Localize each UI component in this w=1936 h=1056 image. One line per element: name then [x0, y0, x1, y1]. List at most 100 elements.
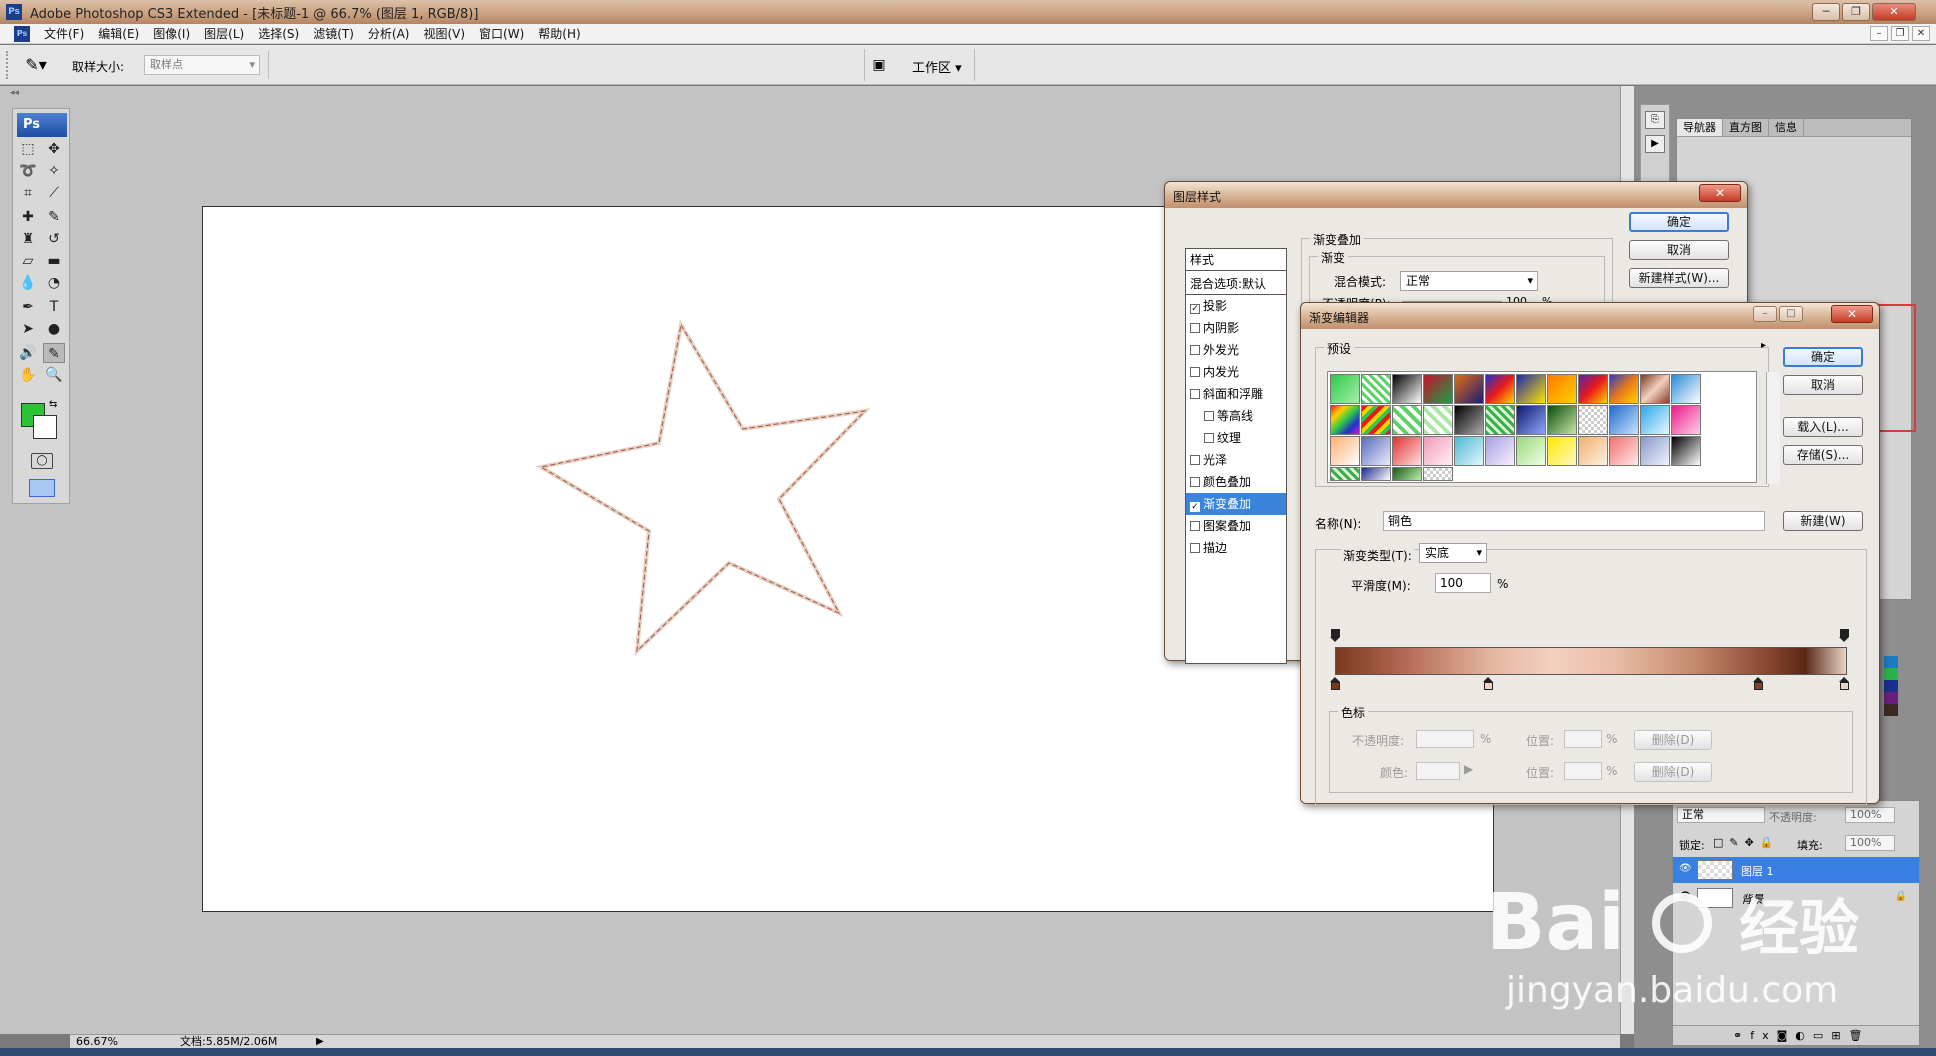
style-list-header[interactable]: 样式	[1186, 249, 1286, 271]
group-icon[interactable]: ▭	[1813, 1029, 1831, 1042]
style-item-gradient-overlay[interactable]: ✓ 渐变叠加	[1186, 493, 1286, 515]
presets-scrollbar[interactable]	[1766, 372, 1780, 484]
background-color-swatch[interactable]	[33, 415, 57, 439]
tab-histogram[interactable]: 直方图	[1723, 119, 1769, 136]
new-style-button[interactable]: 新建样式(W)...	[1629, 268, 1729, 288]
stop-color-location-input[interactable]	[1564, 762, 1602, 780]
notes-tool-icon[interactable]: 🔊	[17, 343, 39, 363]
healing-brush-tool-icon[interactable]: ✚	[17, 207, 39, 227]
style-item-outer-glow[interactable]: 外发光	[1186, 339, 1286, 361]
menu-view[interactable]: 视图(V)	[423, 25, 465, 42]
blend-mode-select[interactable]: 正常	[1400, 271, 1538, 291]
hand-tool-icon[interactable]: ✋	[17, 365, 39, 385]
slice-tool-icon[interactable]: ⟋	[43, 183, 65, 203]
checkbox[interactable]	[1190, 367, 1200, 377]
dodge-tool-icon[interactable]: ◔	[43, 273, 65, 293]
gradient-preset-swatch[interactable]	[1547, 405, 1577, 435]
color-stop[interactable]	[1753, 677, 1763, 691]
checkbox-checked[interactable]: ✓	[1190, 304, 1200, 314]
presets-menu-icon[interactable]: ▸	[1761, 340, 1766, 351]
delete-color-stop-button[interactable]: 删除(D)	[1634, 762, 1712, 782]
menu-edit[interactable]: 编辑(E)	[98, 25, 139, 42]
gradient-preset-swatch[interactable]	[1609, 405, 1639, 435]
swatches-strip[interactable]	[1884, 656, 1898, 724]
gradient-preset-swatch[interactable]	[1516, 374, 1546, 404]
style-item-inner-shadow[interactable]: 内阴影	[1186, 317, 1286, 339]
delete-opacity-stop-button[interactable]: 删除(D)	[1634, 730, 1712, 750]
eyedropper-tool-icon[interactable]: ✎	[43, 343, 65, 363]
gradient-tool-icon[interactable]: ▬	[43, 251, 65, 271]
save-button[interactable]: 存储(S)...	[1783, 445, 1863, 465]
checkbox-checked[interactable]: ✓	[1190, 502, 1200, 512]
layer-blend-mode-select[interactable]: 正常	[1677, 807, 1765, 823]
gradient-preset-swatch[interactable]	[1330, 374, 1360, 404]
opacity-stop-right[interactable]	[1839, 629, 1849, 643]
visibility-eye-icon[interactable]: 👁	[1679, 863, 1692, 874]
lasso-tool-icon[interactable]: ➰	[17, 161, 39, 181]
checkbox[interactable]	[1204, 433, 1214, 443]
pen-tool-icon[interactable]: ✒	[17, 297, 39, 317]
gradient-preset-swatch[interactable]	[1640, 405, 1670, 435]
ok-button[interactable]: 确定	[1629, 212, 1729, 232]
menu-window[interactable]: 窗口(W)	[479, 25, 524, 42]
gradient-preset-swatch[interactable]	[1671, 405, 1701, 435]
blur-tool-icon[interactable]: 💧	[17, 273, 39, 293]
style-item-drop-shadow[interactable]: ✓ 投影	[1186, 295, 1286, 317]
cancel-button[interactable]: 取消	[1629, 240, 1729, 260]
zoom-tool-icon[interactable]: 🔍	[43, 365, 65, 385]
quick-mask-icon[interactable]: ◯	[31, 453, 53, 469]
style-item-contour[interactable]: 等高线	[1186, 405, 1286, 427]
style-item-blending-options[interactable]: 混合选项:默认	[1186, 273, 1286, 295]
layer-opacity-input[interactable]: 100%	[1845, 807, 1895, 823]
gradient-preset-swatch[interactable]	[1454, 436, 1484, 466]
status-menu-arrow-icon[interactable]: ▶	[316, 1035, 324, 1049]
gradient-preset-swatch[interactable]	[1516, 405, 1546, 435]
minimize-icon[interactable]: –	[1753, 306, 1777, 322]
checkbox[interactable]	[1190, 543, 1200, 553]
ok-button[interactable]: 确定	[1783, 347, 1863, 367]
layer-fill-input[interactable]: 100%	[1845, 835, 1895, 851]
bridge-icon[interactable]: ▣	[868, 55, 890, 75]
checkbox[interactable]	[1190, 389, 1200, 399]
sample-size-select[interactable]: 取样点	[144, 55, 260, 75]
layer-style-titlebar[interactable]: 图层样式 ✕	[1165, 182, 1747, 208]
screen-mode-icon[interactable]	[29, 479, 55, 497]
gradient-preset-swatch[interactable]	[1609, 374, 1639, 404]
new-gradient-button[interactable]: 新建(W)	[1783, 511, 1863, 531]
delete-layer-icon[interactable]: 🗑	[1849, 1029, 1871, 1042]
zoom-level[interactable]: 66.67%	[76, 1035, 118, 1049]
gradient-preset-swatch[interactable]	[1423, 467, 1453, 481]
opacity-stop-left[interactable]	[1330, 629, 1340, 643]
gradient-preset-swatch[interactable]	[1485, 374, 1515, 404]
gradient-preset-swatch[interactable]	[1361, 405, 1391, 435]
menu-help[interactable]: 帮助(H)	[538, 25, 580, 42]
menu-filter[interactable]: 滤镜(T)	[313, 25, 354, 42]
menu-analysis[interactable]: 分析(A)	[368, 25, 410, 42]
move-tool-icon[interactable]: ✥	[43, 139, 65, 159]
actions-icon[interactable]: ▶	[1645, 135, 1665, 153]
tab-info[interactable]: 信息	[1769, 119, 1804, 136]
style-item-satin[interactable]: 光泽	[1186, 449, 1286, 471]
brush-tool-icon[interactable]: ✎	[43, 207, 65, 227]
gradient-preset-swatch[interactable]	[1330, 467, 1360, 481]
checkbox[interactable]	[1190, 477, 1200, 487]
eraser-tool-icon[interactable]: ▱	[17, 251, 39, 271]
stop-color-swatch[interactable]	[1416, 762, 1460, 780]
marquee-tool-icon[interactable]: ⬚	[17, 139, 39, 159]
checkbox[interactable]	[1190, 455, 1200, 465]
tab-navigator[interactable]: 导航器	[1677, 119, 1723, 136]
gradient-name-input[interactable]: 铜色	[1383, 511, 1765, 531]
gradient-preset-swatch[interactable]	[1392, 405, 1422, 435]
checkbox[interactable]	[1190, 521, 1200, 531]
crop-tool-icon[interactable]: ⌗	[17, 183, 39, 203]
document-icon[interactable]: Ps	[14, 25, 30, 42]
menu-select[interactable]: 选择(S)	[258, 25, 299, 42]
color-stop[interactable]	[1330, 677, 1340, 691]
menu-layer[interactable]: 图层(L)	[204, 25, 244, 42]
gradient-preset-swatch[interactable]	[1547, 436, 1577, 466]
gradient-preset-swatch[interactable]	[1671, 436, 1701, 466]
clone-stamp-tool-icon[interactable]: ♜	[17, 229, 39, 249]
gradient-preset-swatch[interactable]	[1330, 436, 1360, 466]
smoothness-input[interactable]: 100	[1435, 573, 1491, 593]
gradient-preset-swatch[interactable]	[1392, 436, 1422, 466]
